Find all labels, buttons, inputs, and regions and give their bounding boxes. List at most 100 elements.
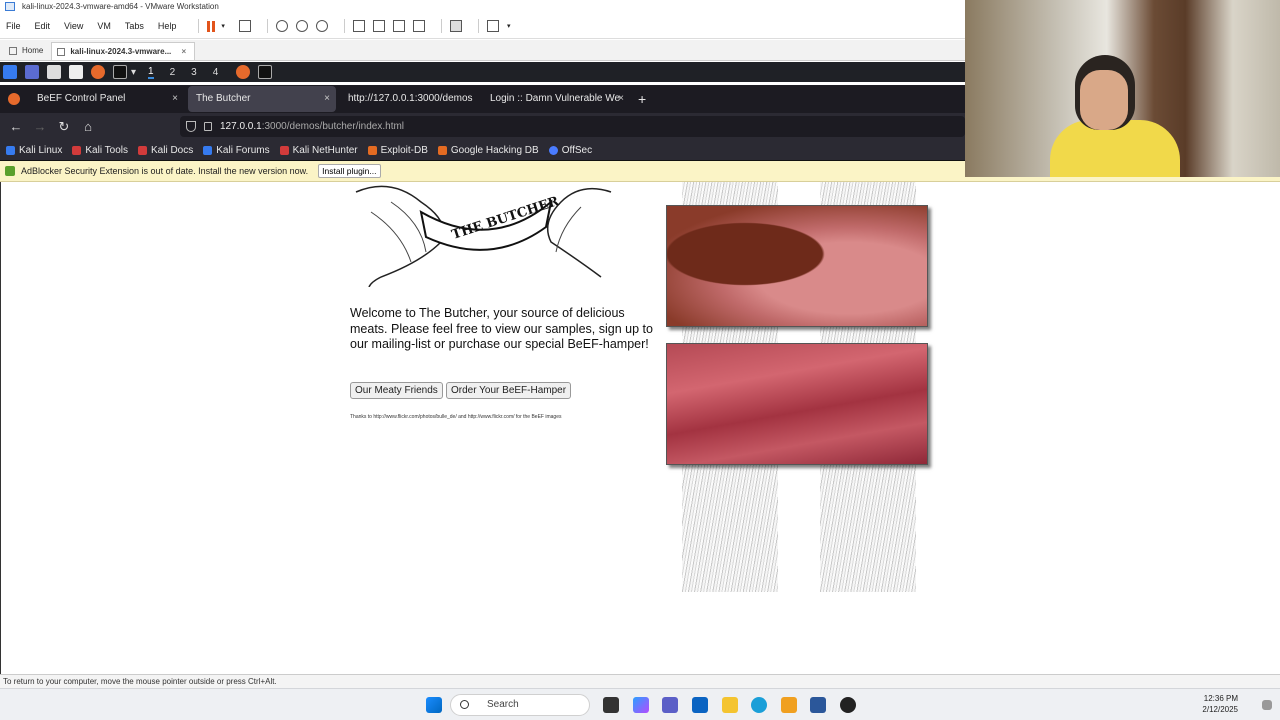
full-screen-icon[interactable] — [392, 20, 405, 32]
thumbnail-icon[interactable] — [372, 20, 385, 32]
bookmark-kali-linux[interactable]: Kali Linux — [6, 145, 62, 156]
chevron-down-icon[interactable]: ▾ — [131, 67, 136, 78]
meaty-friends-button[interactable]: Our Meaty Friends — [350, 382, 443, 399]
forward-icon[interactable]: → — [28, 119, 52, 134]
workspace-4[interactable]: 4 — [213, 67, 219, 78]
kali-icon — [6, 145, 15, 155]
tab-demos[interactable]: http://127.0.0.1:3000/demos — [340, 86, 482, 112]
toolbar-separator — [343, 19, 345, 33]
tracking-protection-icon[interactable] — [186, 121, 196, 132]
menu-view[interactable]: View — [64, 21, 83, 31]
tab-kali-vm[interactable]: kali-linux-2024.3-vmware... × — [51, 42, 196, 60]
vmware-app-icon — [5, 2, 15, 11]
chevron-down-icon[interactable]: ▾ — [221, 22, 225, 30]
menu-file[interactable]: File — [6, 21, 21, 31]
toolbar-separator — [266, 19, 268, 33]
reload-icon[interactable]: ↻ — [52, 119, 76, 135]
close-icon[interactable]: × — [618, 86, 624, 112]
task-view-icon[interactable] — [603, 697, 619, 713]
tab-dvwa-login[interactable]: Login :: Damn Vulnerable We × — [482, 86, 630, 112]
order-hamper-button[interactable]: Order Your BeEF-Hamper — [446, 382, 572, 399]
close-icon[interactable]: × — [172, 86, 178, 112]
close-icon[interactable]: × — [324, 86, 330, 112]
image-credits: Thanks to http://www.flickr.com/photos/b… — [350, 414, 562, 420]
install-plugin-button[interactable]: Install plugin... — [318, 164, 381, 178]
notification-text: AdBlocker Security Extension is out of d… — [21, 166, 309, 176]
file-manager-icon[interactable] — [47, 65, 61, 79]
terminal-window-icon[interactable] — [258, 65, 273, 79]
tab-label: BeEF Control Panel — [37, 93, 126, 104]
library-icon[interactable] — [352, 20, 365, 32]
url-host: 127.0.0.1 — [220, 121, 262, 132]
bookmark-kali-nethunter[interactable]: Kali NetHunter — [279, 145, 358, 156]
tab-beef-control-panel[interactable]: BeEF Control Panel × — [34, 86, 184, 112]
bookmark-label: Kali Tools — [85, 144, 128, 156]
tab-the-butcher[interactable]: The Butcher × — [188, 86, 336, 112]
puzzle-piece-icon — [5, 166, 15, 176]
word-icon[interactable] — [810, 697, 826, 713]
bookmark-kali-docs[interactable]: Kali Docs — [137, 145, 193, 156]
copilot-icon[interactable] — [633, 697, 649, 713]
new-tab-button[interactable]: + — [630, 86, 654, 112]
notification-icon[interactable] — [1262, 700, 1272, 710]
menu-edit[interactable]: Edit — [35, 21, 51, 31]
edge-icon[interactable] — [751, 697, 767, 713]
bookmark-google-hacking-db[interactable]: Google Hacking DB — [437, 144, 539, 156]
vmware-menubar: File Edit View VM Tabs Help ▾ ▾ — [0, 14, 965, 39]
person-face — [1080, 70, 1128, 130]
workspace-3[interactable]: 3 — [191, 67, 197, 78]
toolbar-separator — [440, 19, 442, 33]
taskbar-search[interactable]: Search — [450, 694, 590, 716]
ghdb-icon — [437, 145, 447, 155]
meat-image-roast — [666, 205, 928, 327]
back-icon[interactable]: ← — [4, 119, 28, 134]
bookmark-kali-tools[interactable]: Kali Tools — [72, 145, 128, 156]
firefox-window-icon[interactable] — [236, 65, 251, 79]
snapshot-manager-icon[interactable] — [315, 20, 328, 32]
tab-label: Login :: Damn Vulnerable We — [490, 93, 621, 104]
firefox-tab-bar: BeEF Control Panel × The Butcher × http:… — [0, 85, 965, 113]
vmware-taskbar-icon[interactable] — [781, 697, 797, 713]
kali-menu-icon[interactable] — [3, 65, 17, 79]
site-info-icon[interactable] — [204, 122, 212, 131]
tab-home[interactable]: Home — [4, 42, 51, 60]
windows-start-icon[interactable] — [426, 697, 442, 713]
firefox-view-icon[interactable] — [8, 93, 20, 105]
outlook-icon[interactable] — [692, 697, 708, 713]
chevron-down-icon[interactable]: ▾ — [507, 22, 511, 30]
url-bar[interactable]: 127.0.0.1:3000/demos/butcher/index.html — [180, 116, 965, 137]
text-editor-icon[interactable] — [69, 65, 83, 79]
unity-icon[interactable] — [412, 20, 425, 32]
bookmark-exploit-db[interactable]: Exploit-DB — [367, 145, 428, 156]
workspace-2[interactable]: 2 — [170, 67, 176, 78]
clock-date: 2/12/2025 — [1202, 705, 1238, 714]
desktop-icon[interactable] — [25, 65, 39, 79]
menu-tabs[interactable]: Tabs — [125, 21, 144, 31]
file-explorer-icon[interactable] — [722, 697, 738, 713]
vmware-title-bar: kali-linux-2024.3-vmware-amd64 - VMware … — [0, 0, 965, 14]
menu-help[interactable]: Help — [158, 21, 177, 31]
bookmark-label: Google Hacking DB — [450, 144, 539, 156]
home-icon[interactable]: ⌂ — [76, 119, 100, 134]
workspace-1[interactable]: 1 — [148, 66, 154, 79]
menu-vm[interactable]: VM — [97, 21, 111, 31]
stretch-icon[interactable] — [486, 20, 499, 32]
clock-time: 12:36 PM — [1203, 694, 1238, 703]
revert-snapshot-icon[interactable] — [295, 20, 308, 32]
bookmark-kali-forums[interactable]: Kali Forums — [203, 145, 270, 156]
firefox-nav-bar: ← → ↻ ⌂ 127.0.0.1:3000/demos/butcher/ind… — [0, 113, 965, 140]
search-icon — [460, 700, 469, 709]
obs-icon[interactable] — [840, 697, 856, 713]
teams-icon[interactable] — [662, 697, 678, 713]
send-keys-icon[interactable] — [238, 20, 251, 32]
firefox-icon[interactable] — [91, 65, 105, 79]
console-view-icon[interactable] — [449, 20, 462, 32]
snapshot-icon[interactable] — [275, 20, 288, 32]
terminal-icon[interactable] — [113, 65, 127, 79]
kali-forums-icon — [203, 145, 213, 155]
tab-label: http://127.0.0.1:3000/demos — [348, 93, 473, 104]
system-clock[interactable]: 12:36 PM 2/12/2025 — [1202, 693, 1238, 715]
pause-icon[interactable] — [207, 20, 216, 32]
close-icon[interactable]: × — [182, 47, 187, 56]
bookmark-offsec[interactable]: OffSec — [548, 145, 592, 156]
